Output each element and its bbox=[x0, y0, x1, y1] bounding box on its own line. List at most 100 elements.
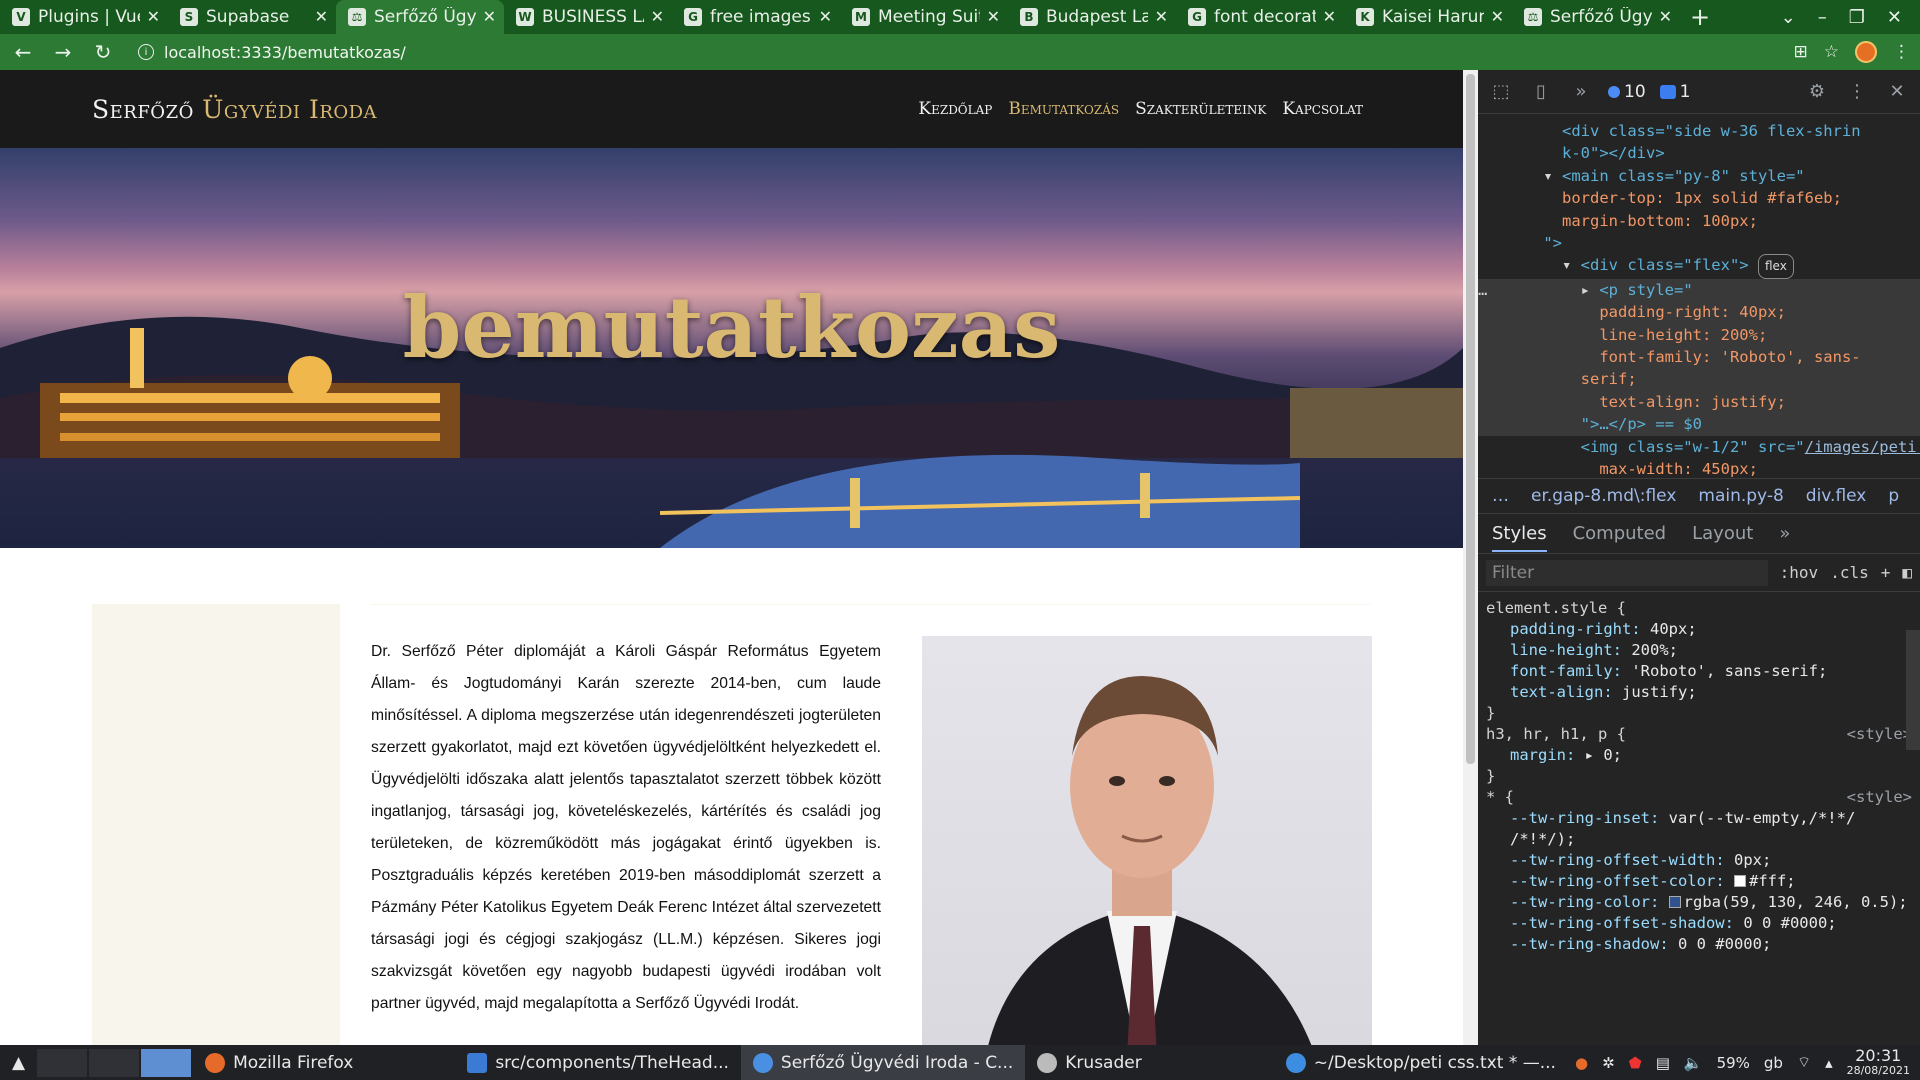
keyboard-layout[interactable]: gb bbox=[1764, 1054, 1783, 1072]
dom-line[interactable]: ▾ <main class="py-8" style=" bbox=[1478, 165, 1920, 187]
rule-selector[interactable]: h3, hr, h1, p { bbox=[1486, 724, 1626, 745]
close-icon[interactable]: ✕ bbox=[1155, 7, 1168, 26]
page-scrollbar[interactable] bbox=[1463, 70, 1478, 1045]
more-panels-icon[interactable]: » bbox=[1568, 81, 1594, 102]
dom-line[interactable]: padding-right: 40px; bbox=[1478, 301, 1920, 323]
breadcrumb-item[interactable]: … bbox=[1492, 486, 1509, 506]
browser-tab[interactable]: ⚖ Serfőző Ügyvéd ✕ bbox=[1512, 0, 1680, 34]
browser-tab[interactable]: M Meeting Suit P ✕ bbox=[840, 0, 1008, 34]
device-toggle-icon[interactable]: ▯ bbox=[1528, 81, 1554, 102]
workspace-pager[interactable] bbox=[37, 1048, 88, 1077]
css-property[interactable]: --tw-ring-offset-width: 0px; bbox=[1486, 850, 1912, 871]
nav-about[interactable]: Bemutatkozás bbox=[1008, 99, 1119, 119]
clipboard-icon[interactable]: ▤ bbox=[1656, 1054, 1670, 1072]
site-info-icon[interactable]: i bbox=[138, 44, 154, 60]
devtools-scrollbar[interactable] bbox=[1906, 630, 1920, 750]
nav-home[interactable]: Kezdőlap bbox=[918, 99, 992, 119]
close-icon[interactable]: ✕ bbox=[483, 7, 496, 26]
scrollbar-thumb[interactable] bbox=[1466, 74, 1475, 764]
dom-line[interactable]: font-family: 'Roboto', sans- bbox=[1478, 346, 1920, 368]
tab-search-icon[interactable]: ⌄ bbox=[1781, 7, 1796, 28]
firefox-tray-icon[interactable]: ● bbox=[1575, 1054, 1588, 1072]
close-icon[interactable]: ✕ bbox=[1659, 7, 1672, 26]
dom-line[interactable]: k-0"></div> bbox=[1478, 142, 1920, 164]
dom-line[interactable]: line-height: 200%; bbox=[1478, 324, 1920, 346]
dom-line[interactable]: <img class="w-1/2" src="/images/peti.jpg… bbox=[1478, 436, 1920, 458]
dom-line[interactable]: ▾ <div class="flex"> flex bbox=[1478, 254, 1920, 279]
color-swatch[interactable] bbox=[1733, 875, 1746, 887]
breadcrumb-item[interactable]: p bbox=[1888, 486, 1899, 506]
inspect-element-icon[interactable]: ⬚ bbox=[1488, 81, 1514, 102]
battery-indicator[interactable]: 59% bbox=[1717, 1054, 1750, 1072]
hover-state-toggle[interactable]: :hov bbox=[1780, 563, 1819, 582]
breadcrumb-item[interactable]: div.flex bbox=[1806, 486, 1867, 506]
taskbar-chrome[interactable]: Serfőző Ügyvédi Iroda - C... bbox=[740, 1045, 1026, 1080]
rule-selector[interactable]: element.style { bbox=[1486, 598, 1912, 619]
sidebar-toggle-icon[interactable]: ◧ bbox=[1902, 563, 1912, 582]
breadcrumb-item[interactable]: main.py-8 bbox=[1698, 486, 1783, 506]
css-property[interactable]: --tw-ring-shadow: 0 0 #0000; bbox=[1486, 934, 1912, 955]
rule-source-link[interactable]: <style> bbox=[1847, 787, 1912, 808]
taskbar-vscode[interactable]: src/components/TheHead... bbox=[455, 1045, 741, 1080]
breadcrumb-item[interactable]: er.gap-8.md\:flex bbox=[1531, 486, 1676, 506]
workspace-pager[interactable] bbox=[89, 1048, 140, 1077]
rule-source-link[interactable]: <style> bbox=[1847, 724, 1912, 745]
styles-filter-input[interactable]: Filter bbox=[1486, 559, 1768, 586]
css-property[interactable]: --tw-ring-offset-shadow: 0 0 #0000; bbox=[1486, 913, 1912, 934]
tray-expand-icon[interactable]: ▴ bbox=[1825, 1054, 1833, 1072]
browser-tab[interactable]: V Plugins | Vue.js ✕ bbox=[0, 0, 168, 34]
dom-line[interactable]: "> bbox=[1478, 232, 1920, 254]
browser-tab[interactable]: W BUSINESS LAW ✕ bbox=[504, 0, 672, 34]
browser-tab[interactable]: K Kaisei Harunou ✕ bbox=[1344, 0, 1512, 34]
dom-line[interactable]: serif; bbox=[1478, 368, 1920, 390]
forward-arrow-icon[interactable]: → bbox=[50, 40, 76, 64]
nav-practice-areas[interactable]: Szakterületeink bbox=[1135, 99, 1266, 119]
close-icon[interactable]: ✕ bbox=[819, 7, 832, 26]
css-property[interactable]: font-family: 'Roboto', sans-serif; bbox=[1486, 661, 1912, 682]
css-property[interactable]: padding-right: 40px; bbox=[1486, 619, 1912, 640]
issues-badge[interactable]: 10 bbox=[1608, 82, 1646, 102]
app-launcher-icon[interactable]: ▲ bbox=[0, 1045, 37, 1080]
messages-badge[interactable]: 1 bbox=[1659, 82, 1690, 102]
css-property[interactable]: text-align: justify; bbox=[1486, 682, 1912, 703]
minimize-icon[interactable]: – bbox=[1818, 7, 1827, 28]
taskbar-kate[interactable]: ~/Desktop/peti css.txt * —... bbox=[1274, 1045, 1568, 1080]
dom-line[interactable]: … ▸ <p style=" bbox=[1478, 279, 1920, 301]
reload-icon[interactable]: ↻ bbox=[90, 40, 116, 64]
new-rule-button[interactable]: + bbox=[1881, 563, 1891, 582]
taskbar-krusader[interactable]: Krusader bbox=[1025, 1045, 1153, 1080]
css-property[interactable]: --tw-ring-inset: var(--tw-empty,/*!*/ /*… bbox=[1486, 808, 1912, 850]
close-devtools-icon[interactable]: ✕ bbox=[1884, 81, 1910, 102]
color-swatch[interactable] bbox=[1668, 896, 1681, 908]
dom-line[interactable]: max-width: 450px; bbox=[1478, 458, 1920, 478]
browser-tab-active[interactable]: ⚖ Serfőző Ügyvédi Iroda ✕ bbox=[336, 0, 504, 34]
more-tabs-icon[interactable]: » bbox=[1779, 523, 1790, 544]
close-icon[interactable]: ✕ bbox=[1323, 7, 1336, 26]
url-text[interactable]: localhost:3333/bemutatkozas/ bbox=[164, 43, 406, 62]
css-property[interactable]: --tw-ring-color: rgba(59, 130, 246, 0.5)… bbox=[1486, 892, 1912, 913]
dom-line[interactable]: margin-bottom: 100px; bbox=[1478, 210, 1920, 232]
close-icon[interactable]: ✕ bbox=[315, 7, 328, 26]
tab-computed[interactable]: Computed bbox=[1573, 523, 1667, 544]
close-icon[interactable]: ✕ bbox=[651, 7, 664, 26]
profile-avatar[interactable] bbox=[1855, 41, 1877, 63]
tab-styles[interactable]: Styles bbox=[1492, 523, 1547, 552]
flex-badge[interactable]: flex bbox=[1757, 254, 1794, 279]
selected-node[interactable]: … ▸ <p style=" padding-right: 40px; line… bbox=[1478, 278, 1920, 436]
close-icon[interactable]: ✕ bbox=[987, 7, 1000, 26]
tab-layout[interactable]: Layout bbox=[1692, 523, 1753, 544]
translate-icon[interactable]: ⊞ bbox=[1794, 42, 1808, 62]
rule-selector[interactable]: * { bbox=[1486, 787, 1514, 808]
bookmark-star-icon[interactable]: ☆ bbox=[1824, 42, 1839, 62]
site-logo[interactable]: Serfőző Ügyvédi Iroda bbox=[92, 95, 377, 124]
dom-line[interactable]: text-align: justify; bbox=[1478, 391, 1920, 413]
browser-tab[interactable]: B Budapest Law ✕ bbox=[1008, 0, 1176, 34]
volume-icon[interactable]: 🔈 bbox=[1684, 1054, 1703, 1072]
class-toggle[interactable]: .cls bbox=[1830, 563, 1869, 582]
workspace-pager-active[interactable] bbox=[141, 1048, 192, 1077]
devtools-menu-icon[interactable]: ⋮ bbox=[1844, 81, 1870, 102]
close-window-icon[interactable]: ✕ bbox=[1887, 7, 1902, 28]
clock[interactable]: 20:31 28/08/2021 bbox=[1847, 1047, 1910, 1078]
dom-line[interactable]: border-top: 1px solid #faf6eb; bbox=[1478, 187, 1920, 209]
close-icon[interactable]: ✕ bbox=[1491, 7, 1504, 26]
